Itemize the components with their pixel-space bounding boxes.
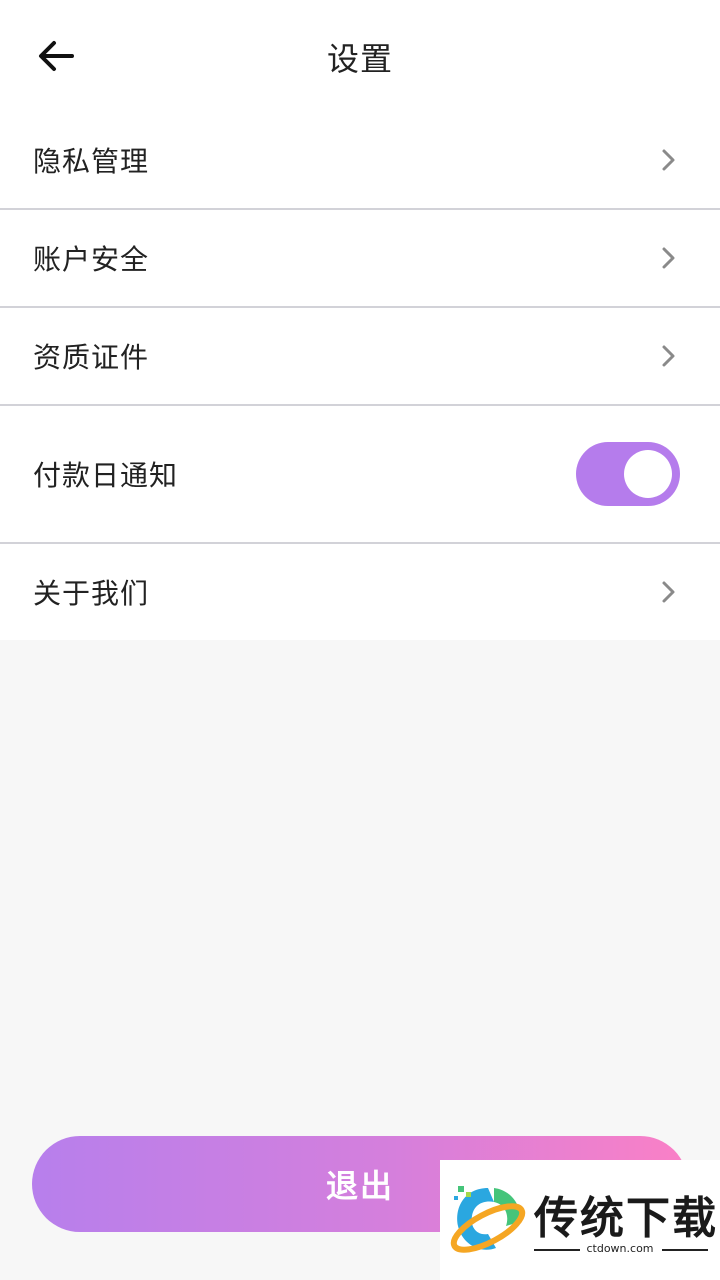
settings-item-label: 关于我们 bbox=[33, 577, 150, 610]
settings-item-certificates[interactable]: 资质证件 bbox=[0, 308, 720, 406]
watermark-divider-right bbox=[662, 1249, 708, 1251]
watermark-url: ctdown.com bbox=[586, 1242, 654, 1255]
chevron-right-icon bbox=[658, 244, 680, 272]
settings-list: 隐私管理 账户安全 资质证件 付款日通知 关于我们 bbox=[0, 112, 720, 640]
settings-item-about-us[interactable]: 关于我们 bbox=[0, 544, 720, 640]
watermark-divider-left bbox=[534, 1249, 580, 1251]
watermark: 传统下载 ctdown.com bbox=[440, 1160, 720, 1280]
payment-notification-toggle[interactable] bbox=[576, 442, 680, 506]
settings-item-privacy[interactable]: 隐私管理 bbox=[0, 112, 720, 210]
watermark-name: 传统下载 bbox=[534, 1193, 718, 1244]
top-bar: 设置 bbox=[0, 0, 720, 112]
settings-item-label: 资质证件 bbox=[33, 341, 150, 374]
site-logo-icon bbox=[450, 1186, 526, 1253]
logout-label: 退出 bbox=[325, 1167, 394, 1205]
settings-item-label: 隐私管理 bbox=[33, 145, 150, 178]
page-title: 设置 bbox=[326, 40, 393, 78]
settings-item-payment-notification: 付款日通知 bbox=[0, 406, 720, 544]
chevron-right-icon bbox=[658, 578, 680, 606]
settings-item-label: 账户安全 bbox=[33, 243, 150, 276]
toggle-knob bbox=[624, 450, 672, 498]
settings-item-account-security[interactable]: 账户安全 bbox=[0, 210, 720, 308]
settings-item-label: 付款日通知 bbox=[33, 459, 179, 492]
chevron-right-icon bbox=[658, 146, 680, 174]
chevron-right-icon bbox=[658, 342, 680, 370]
